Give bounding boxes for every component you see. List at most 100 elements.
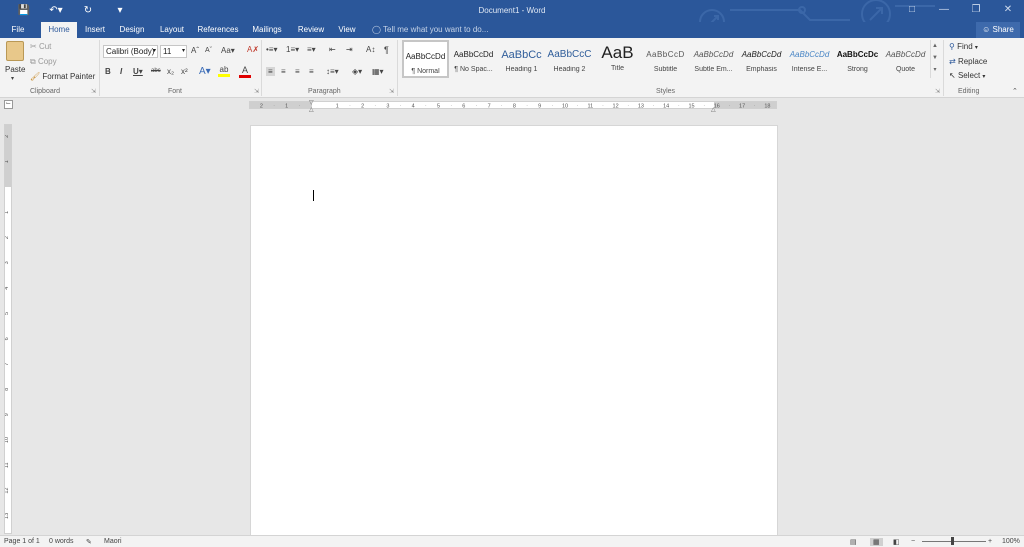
scroll-down-icon[interactable]: ▼ [931,52,939,64]
ruler-tick-label: 6 [462,104,465,109]
language-status[interactable]: Maori [104,538,122,545]
close-icon[interactable]: ✕ [992,0,1024,22]
style-subtitle[interactable]: AaBbCcD Subtitle [642,40,689,78]
strikethrough-icon[interactable]: abc [151,68,161,74]
cut-button[interactable]: ✂ Cut [30,42,51,51]
document-page[interactable] [250,125,778,540]
find-button[interactable]: ⚲ Find ▾ [949,42,978,51]
replace-label: Replace [957,57,988,66]
paste-dropdown-icon[interactable]: ▾ [11,75,14,82]
paragraph-launcher-icon[interactable]: ⇲ [389,88,394,95]
first-line-indent-marker[interactable]: ▽ [309,99,314,106]
bold-icon[interactable]: B [105,67,111,76]
style-heading-1[interactable]: AaBbCc Heading 1 [498,40,545,78]
font-launcher-icon[interactable]: ⇲ [254,88,259,95]
vertical-ruler[interactable]: 2112345678910111213 [4,124,12,534]
zoom-slider[interactable] [922,541,986,542]
proofing-icon[interactable]: ✎ [86,538,92,546]
more-styles-icon[interactable]: ▾ [931,64,939,76]
align-left-icon[interactable]: ≡ [266,67,275,76]
tab-design[interactable]: Design [116,22,148,38]
copy-button[interactable]: ⧉ Copy [30,57,57,67]
replace-button[interactable]: ⇄ Replace [949,57,987,66]
numbering-icon[interactable]: 1≡▾ [286,45,299,54]
tab-file[interactable]: File [4,22,32,38]
group-label-font: Font [168,88,183,95]
zoom-out-icon[interactable]: − [911,538,915,545]
superscript-icon[interactable]: x² [181,67,188,76]
style-no-spacing[interactable]: AaBbCcDd ¶ No Spac... [450,40,497,78]
style-title[interactable]: AaB Title [594,40,641,78]
tab-home[interactable]: Home [41,22,77,38]
minimize-icon[interactable]: — [928,0,960,22]
ruler-tick-mark: · [476,103,478,108]
format-painter-button[interactable]: 🖌 Format Painter [30,72,95,81]
font-size-select[interactable]: 11 ▾ [160,45,187,58]
tell-me-box[interactable]: ◯ Tell me what you want to do... [372,22,488,38]
bullets-icon[interactable]: •≡▾ [266,45,277,54]
shading-icon[interactable]: ◈▾ [352,67,362,76]
style-emphasis[interactable]: AaBbCcDd Emphasis [738,40,785,78]
underline-icon[interactable]: U▾ [133,67,143,76]
grow-font-icon[interactable]: Aˆ [191,46,199,55]
ribbon-display-icon[interactable]: □ [896,0,928,22]
style-heading-2[interactable]: AaBbCcC Heading 2 [546,40,593,78]
zoom-in-icon[interactable]: + [988,538,992,545]
align-right-icon[interactable]: ≡ [295,67,300,76]
style-subtle-emphasis[interactable]: AaBbCcDd Subtle Em... [690,40,737,78]
tab-view[interactable]: View [334,22,360,38]
ruler-tick-label: 5 [5,312,10,315]
paste-icon[interactable] [6,41,24,61]
ruler-tick-label: 4 [412,104,415,109]
font-color-icon[interactable]: A [239,65,251,78]
tab-references[interactable]: References [194,22,242,38]
styles-launcher-icon[interactable]: ⇲ [935,88,940,95]
align-center-icon[interactable]: ≡ [281,67,286,76]
style-normal[interactable]: AaBbCcDd ¶ Normal [402,40,449,78]
hanging-indent-marker[interactable]: △ [309,106,314,113]
style-strong[interactable]: AaBbCcDc Strong [834,40,881,78]
web-layout-icon[interactable]: ◧ [893,538,900,546]
restore-icon[interactable]: ❐ [960,0,992,22]
paste-button[interactable]: Paste [5,65,25,74]
style-preview: AaBbCc [501,49,542,61]
scroll-up-icon[interactable]: ▲ [931,40,939,52]
collapse-ribbon-icon[interactable]: ⌃ [1012,87,1018,95]
show-formatting-icon[interactable]: ¶ [384,45,389,55]
read-mode-icon[interactable]: ▤ [850,538,857,546]
tab-review[interactable]: Review [294,22,328,38]
horizontal-ruler[interactable]: 2 · 1 · 1 · 2 · 3 · 4 · 5 · 6 · 7 · 8 · 9 · 10 · 11 · 12 · 13 · 14 · 15 ·… [249,99,777,113]
tab-insert[interactable]: Insert [80,22,110,38]
subscript-icon[interactable]: x₂ [167,67,174,76]
page-count[interactable]: Page 1 of 1 [4,538,40,545]
italic-icon[interactable]: I [120,67,122,76]
magnifier-icon: ⚲ [949,42,955,51]
font-family-select[interactable]: Calibri (Body) ▾ [103,45,158,58]
tab-layout[interactable]: Layout [156,22,188,38]
highlight-icon[interactable]: ab [218,65,230,77]
zoom-level[interactable]: 100% [1002,538,1020,545]
style-quote[interactable]: AaBbCcDd Quote [882,40,929,78]
styles-gallery-scroll[interactable]: ▲ ▼ ▾ [930,40,939,78]
justify-icon[interactable]: ≡ [309,67,314,76]
sort-icon[interactable]: A↕ [366,45,375,54]
select-button[interactable]: ↖ Select ▾ [949,71,985,80]
change-case-icon[interactable]: Aa▾ [221,46,235,55]
multilevel-list-icon[interactable]: ≡▾ [307,45,316,54]
line-spacing-icon[interactable]: ↕≡▾ [326,67,339,76]
decrease-indent-icon[interactable]: ⇤ [329,45,336,54]
zoom-slider-thumb[interactable] [951,537,954,545]
clipboard-launcher-icon[interactable]: ⇲ [91,88,96,95]
increase-indent-icon[interactable]: ⇥ [346,45,353,54]
share-button[interactable]: ☺ Share [976,22,1020,38]
style-intense-emphasis[interactable]: AaBbCcDd Intense E... [786,40,833,78]
shrink-font-icon[interactable]: Aˇ [205,47,212,54]
right-indent-marker[interactable]: △ [711,106,716,113]
text-effects-icon[interactable]: A▾ [199,66,211,77]
word-count[interactable]: 0 words [49,538,74,545]
borders-icon[interactable]: ▦▾ [372,67,384,76]
clear-formatting-icon[interactable]: A✗ [247,45,259,54]
print-layout-icon[interactable]: ▦ [870,538,883,546]
tab-mailings[interactable]: Mailings [248,22,286,38]
tab-selector-icon[interactable]: ⌙ [4,100,13,109]
